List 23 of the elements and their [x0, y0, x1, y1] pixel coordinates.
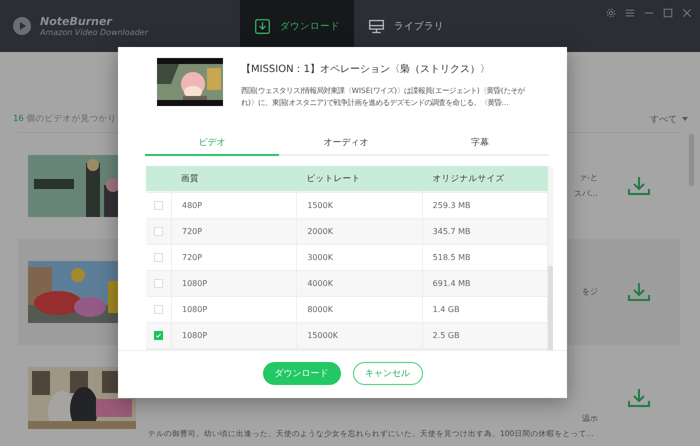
table-cell: 1080P — [172, 271, 298, 296]
column-header: 画質 — [180, 172, 200, 186]
table-cell: 720P — [172, 219, 298, 244]
table-cell: 480P — [172, 193, 298, 218]
description-fragment: 温ホ — [582, 413, 598, 425]
table-cell: 1080P — [172, 297, 298, 322]
table-cell: 1080P — [172, 323, 298, 348]
table-cell: 3000K — [297, 245, 423, 270]
table-cell: 2000K — [297, 219, 423, 244]
table-cell: 720P — [172, 245, 298, 270]
description-fragment: ァ‐と — [579, 172, 598, 184]
episode-title: 【MISSION：1】オペレーション〈梟（ストリクス）〉 — [241, 62, 491, 76]
result-count: 16 個のビデオが見つかり — [13, 113, 117, 125]
app-subtitle: Amazon Video Downloader — [40, 28, 148, 37]
description-fragment: スパ… — [574, 188, 598, 200]
table-cell: 1500K — [297, 193, 423, 218]
column-header: ビットレート — [306, 172, 362, 186]
app-name: NoteBurner — [40, 15, 114, 28]
table-cell: 15000K — [297, 323, 423, 348]
column-header: オリジナルサイズ — [431, 172, 506, 186]
table-cell: 4000K — [297, 271, 423, 296]
table-cell: 8000K — [297, 297, 423, 322]
description-fragment: をジ — [582, 286, 598, 298]
